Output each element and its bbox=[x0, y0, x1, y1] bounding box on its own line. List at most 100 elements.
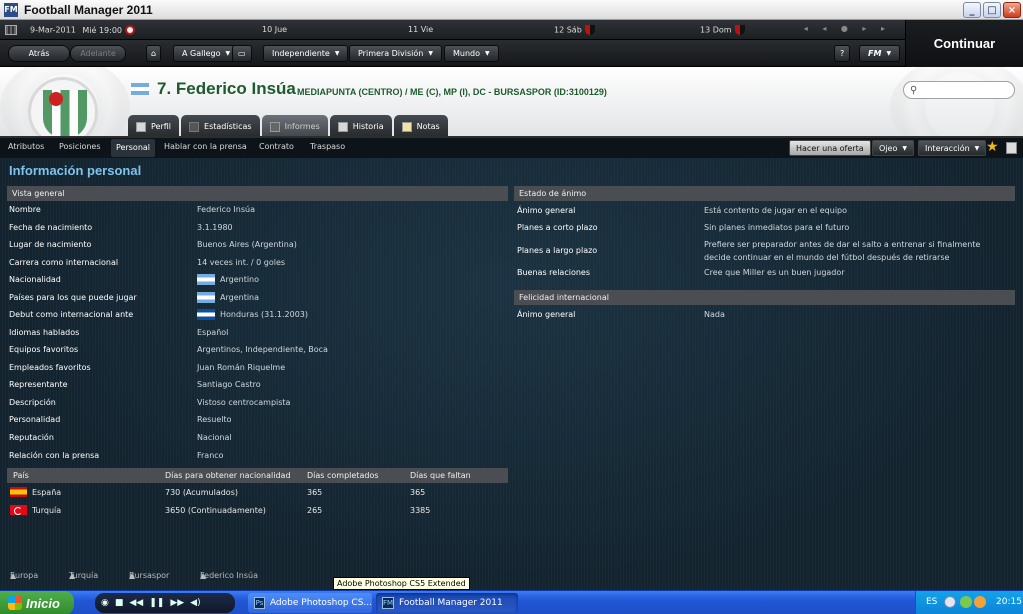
photoshop-icon: Ps bbox=[254, 597, 265, 609]
tab-estadisticas[interactable]: Estadísticas bbox=[181, 115, 260, 136]
note-icon[interactable] bbox=[1006, 142, 1017, 154]
pause-icon[interactable]: ❚❚ bbox=[149, 598, 164, 608]
search-icon: ⚲ bbox=[910, 84, 918, 96]
inbox-icon[interactable]: ▭ bbox=[232, 45, 252, 62]
table-row: Planes a corto plazo Sin planes inmediato… bbox=[517, 222, 850, 232]
world-menu[interactable]: Mundo ▼ bbox=[444, 45, 499, 62]
table-row: Carrera como internacional 14 veces int. … bbox=[9, 257, 286, 267]
tab-perfil[interactable]: Perfil bbox=[128, 115, 180, 136]
breadcrumb-item[interactable]: Europa ▲ bbox=[10, 571, 38, 580]
media-icon: ◉ bbox=[101, 598, 109, 608]
volume-icon[interactable]: ◀) bbox=[190, 598, 200, 608]
table-row: Relación con la prensa Franco bbox=[9, 450, 224, 460]
breadcrumb-item[interactable]: Federico Insúa ▲ bbox=[200, 571, 258, 580]
table-row: Debut como internacional ante Honduras (3… bbox=[9, 308, 308, 320]
table-row: Nombre Federico Insúa bbox=[9, 204, 256, 214]
table-row[interactable]: España 730 (Acumulados) 365 365 bbox=[7, 485, 508, 499]
calendar-scroll-arrows[interactable]: ◂ ◂ ● ▸ ▸ bbox=[804, 24, 891, 33]
help-button[interactable]: ? bbox=[834, 45, 851, 62]
table-row[interactable]: Turquía 3650 (Continuadamente) 265 3385 bbox=[7, 503, 508, 517]
club-menu[interactable]: Independiente ▼ bbox=[263, 45, 349, 62]
notes-icon bbox=[401, 121, 412, 132]
calendar-day[interactable]: 11 Vie bbox=[408, 25, 433, 34]
argentina-flag-icon bbox=[131, 83, 149, 95]
tab-informes[interactable]: Informes bbox=[261, 115, 328, 136]
close-button[interactable]: × bbox=[1003, 2, 1021, 18]
history-icon bbox=[337, 121, 348, 132]
search-input[interactable]: ⚲ bbox=[903, 81, 1015, 99]
table-row: Ánimo general Nada bbox=[517, 309, 725, 319]
intl-happiness-header: Felicidad internacional bbox=[514, 290, 1015, 305]
table-row: Países para los que puede jugar Argentina bbox=[9, 291, 260, 303]
player-positions: MEDIAPUNTA (CENTRO) / ME (C), MP (I), DC… bbox=[297, 87, 607, 97]
player-name: 7. Federico Insúa bbox=[157, 79, 296, 98]
minimize-button[interactable]: _ bbox=[963, 2, 981, 18]
breadcrumb-item[interactable]: Bursaspor ▲ bbox=[129, 571, 169, 580]
subtab-prensa[interactable]: Hablar con la prensa bbox=[164, 142, 247, 151]
fm-menu[interactable]: FM ▼ bbox=[859, 45, 901, 62]
column-header: Días completados bbox=[307, 471, 379, 480]
stop-icon[interactable]: ■ bbox=[115, 598, 124, 608]
windows-taskbar: Inicio ◉ ■ ◀◀ ❚❚ ▶▶ ◀) Ps Adobe Photoshop CS..… bbox=[0, 590, 1023, 614]
stats-icon bbox=[189, 121, 200, 132]
nationality-table-header: País Días para obtener nacionalidad Días… bbox=[7, 468, 508, 483]
column-header: Días para obtener nacionalidad bbox=[165, 471, 291, 480]
subtab-atributos[interactable]: Atributos bbox=[8, 142, 44, 151]
league-menu[interactable]: Primera División ▼ bbox=[349, 45, 442, 62]
current-date: 9-Mar-2011 Mié 19:00 bbox=[30, 25, 136, 35]
calendar-grid-icon[interactable] bbox=[5, 25, 17, 35]
start-button[interactable]: Inicio bbox=[0, 591, 74, 614]
table-row: Ánimo general Está contento de jugar en e… bbox=[517, 205, 848, 215]
country-flag-icon bbox=[197, 291, 215, 303]
shortlist-star-icon[interactable]: ★ bbox=[986, 139, 999, 155]
window-title: Football Manager 2011 bbox=[24, 2, 153, 17]
back-button[interactable]: Atrás bbox=[8, 45, 70, 62]
country-flag-icon bbox=[10, 487, 27, 497]
subtab-posiciones[interactable]: Posiciones bbox=[59, 142, 101, 151]
navigation-bar: Atrás Adelante ⌂ A Gallego ▼ ▭ Independie… bbox=[0, 40, 905, 67]
make-offer-button[interactable]: Hacer una oferta bbox=[789, 140, 871, 156]
player-header: 7. Federico Insúa MEDIAPUNTA (CENTRO) / … bbox=[0, 67, 1023, 138]
subtab-contrato[interactable]: Contrato bbox=[259, 142, 294, 151]
table-row: Nacionalidad Argentino bbox=[9, 273, 260, 285]
column-header: Días que faltan bbox=[410, 471, 471, 480]
subtab-traspaso[interactable]: Traspaso bbox=[310, 142, 345, 151]
tray-arrow-icon[interactable] bbox=[944, 596, 956, 608]
table-row: Buenas relaciones Cree que Miller es un b… bbox=[517, 267, 845, 277]
table-row: Personalidad Resuelto bbox=[9, 414, 232, 424]
taskbar-football-manager[interactable]: FM Football Manager 2011 bbox=[376, 593, 518, 613]
main-panel: Información personal Vista general Nombr… bbox=[0, 158, 1023, 590]
manager-menu[interactable]: A Gallego ▼ bbox=[173, 45, 240, 62]
calendar-day[interactable]: 12 Sáb bbox=[554, 25, 595, 35]
tab-notas[interactable]: Notas bbox=[393, 115, 448, 136]
calendar-day[interactable]: 13 Dom bbox=[700, 25, 745, 35]
next-icon[interactable]: ▶▶ bbox=[170, 598, 184, 608]
window-titlebar: FM Football Manager 2011 _ □ × bbox=[0, 0, 1023, 20]
table-row: Descripción Vistoso centrocampista bbox=[9, 397, 291, 407]
maximize-button[interactable]: □ bbox=[983, 2, 1001, 18]
profile-icon bbox=[136, 121, 146, 132]
continue-button[interactable]: Continuar bbox=[905, 20, 1023, 67]
table-row: Equipos favoritos Argentinos, Independien… bbox=[9, 344, 328, 354]
media-player-controls[interactable]: ◉ ■ ◀◀ ❚❚ ▶▶ ◀) bbox=[95, 593, 235, 613]
column-header: País bbox=[13, 471, 29, 480]
table-row: Planes a largo plazo Prefiere ser prepara… bbox=[517, 240, 981, 262]
fm-app-icon: FM bbox=[4, 2, 18, 17]
taskbar-photoshop[interactable]: Ps Adobe Photoshop CS... bbox=[248, 593, 372, 613]
network-icon[interactable] bbox=[960, 596, 972, 608]
report-icon bbox=[269, 121, 280, 132]
security-icon[interactable] bbox=[974, 596, 986, 608]
background-crest-watermark bbox=[890, 67, 1023, 136]
interaction-menu[interactable]: Interacción ▼ bbox=[918, 140, 987, 156]
tab-historia[interactable]: Historia bbox=[329, 115, 392, 136]
previous-icon[interactable]: ◀◀ bbox=[129, 598, 143, 608]
breadcrumb-item[interactable]: Turquía ▲ bbox=[69, 571, 98, 580]
home-icon[interactable]: ⌂ bbox=[146, 45, 162, 62]
forward-button[interactable]: Adelante bbox=[70, 45, 126, 62]
subtab-personal[interactable]: Personal bbox=[111, 139, 156, 157]
calendar-day[interactable]: 10 Jue bbox=[262, 25, 287, 34]
table-row: Reputación Nacional bbox=[9, 432, 232, 442]
scout-menu[interactable]: Ojeo ▼ bbox=[872, 140, 914, 156]
language-indicator[interactable]: ES bbox=[926, 597, 937, 607]
opponent-crest-icon bbox=[734, 25, 745, 35]
